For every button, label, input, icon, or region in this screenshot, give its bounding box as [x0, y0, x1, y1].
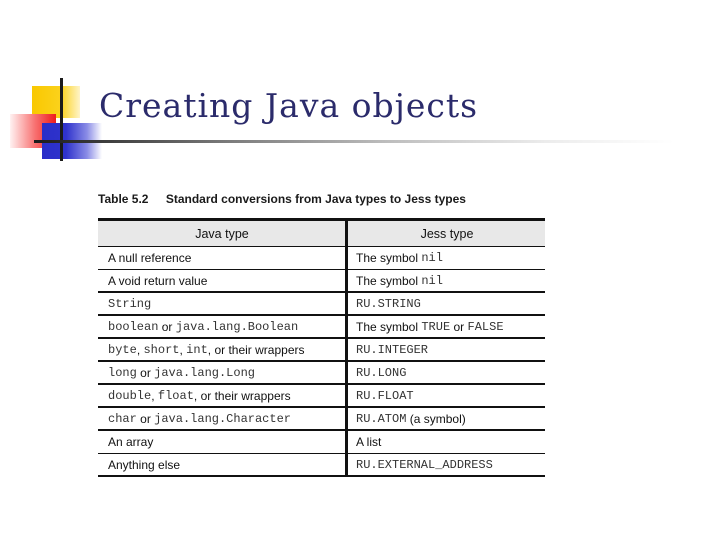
- code-text: RU.EXTERNAL_ADDRESS: [356, 457, 493, 472]
- java-type-cell: A void return value: [108, 270, 344, 291]
- code-text: java.lang.Long: [154, 365, 255, 380]
- code-text: TRUE: [421, 319, 451, 334]
- table-row: An array A list: [98, 431, 545, 454]
- jess-type-cell: RU.STRING: [356, 293, 546, 314]
- code-text: RU.LONG: [356, 365, 407, 380]
- cell-text: A list: [356, 435, 382, 449]
- table-row: double, float, or their wrappers RU.FLOAT: [98, 385, 545, 408]
- cell-text: ,: [151, 388, 158, 403]
- cell-text: A null reference: [108, 251, 192, 265]
- code-text: RU.STRING: [356, 296, 421, 311]
- code-text: short: [143, 342, 180, 357]
- code-text: RU.ATOM: [356, 411, 407, 426]
- code-text: nil: [421, 273, 443, 288]
- cell-text: The symbol: [356, 273, 422, 288]
- cell-text: ,: [179, 342, 187, 357]
- cell-text: ,: [136, 342, 144, 357]
- cell-text: An array: [108, 435, 154, 449]
- cell-text: A void return value: [108, 273, 208, 288]
- code-text: String: [108, 296, 152, 311]
- table-caption-text: Standard conversions from Java types to …: [165, 192, 466, 206]
- java-type-cell: boolean or java.lang.Boolean: [108, 316, 344, 337]
- table-caption-number: Table 5.2: [98, 192, 149, 206]
- java-type-cell: A null reference: [108, 247, 344, 269]
- table-caption: Table 5.2 Standard conversions from Java…: [98, 192, 466, 206]
- header-jess-type: Jess type: [420, 226, 474, 241]
- table-row: long or java.lang.Long RU.LONG: [98, 362, 545, 385]
- code-text: int: [186, 342, 208, 357]
- header-java-type: Java type: [195, 226, 249, 241]
- table-row: A null reference The symbol nil: [98, 247, 545, 270]
- cell-text: or: [136, 411, 155, 426]
- java-type-cell: double, float, or their wrappers: [108, 385, 344, 406]
- cell-text: , or their wrappers: [207, 342, 305, 357]
- cell-text: or: [136, 365, 155, 380]
- code-text: RU.INTEGER: [356, 342, 429, 357]
- jess-type-cell: RU.EXTERNAL_ADDRESS: [356, 454, 546, 475]
- code-text: byte: [108, 342, 137, 357]
- jess-type-cell: The symbol nil: [356, 270, 546, 291]
- cell-text: The symbol: [356, 319, 422, 334]
- table-row: String RU.STRING: [98, 293, 545, 316]
- table-row: Anything else RU.EXTERNAL_ADDRESS: [98, 454, 545, 477]
- jess-type-cell: RU.INTEGER: [356, 339, 546, 360]
- slide-logo-decoration: [0, 0, 120, 170]
- code-text: boolean: [108, 319, 159, 334]
- table-row: char or java.lang.Character RU.ATOM (a sy…: [98, 408, 545, 431]
- jess-type-cell: RU.FLOAT: [356, 385, 546, 406]
- java-type-cell: String: [108, 293, 344, 314]
- java-type-cell: An array: [108, 431, 344, 453]
- code-text: double: [108, 388, 152, 403]
- jess-type-cell: RU.ATOM (a symbol): [356, 408, 546, 429]
- code-text: RU.FLOAT: [356, 388, 414, 403]
- jess-type-cell: RU.LONG: [356, 362, 546, 383]
- vertical-rule-decoration: [60, 78, 63, 161]
- jess-type-cell: A list: [356, 431, 546, 453]
- table-row: byte, short, int, or their wrappers RU.IN…: [98, 339, 545, 362]
- code-text: nil: [421, 251, 443, 265]
- table-row: A void return value The symbol nil: [98, 270, 545, 293]
- column-divider: [345, 218, 348, 477]
- cell-text: Anything else: [108, 457, 181, 472]
- table-row: boolean or java.lang.Boolean The symbol T…: [98, 316, 545, 339]
- java-type-cell: byte, short, int, or their wrappers: [108, 339, 344, 360]
- code-text: long: [108, 365, 137, 380]
- table-header-row: Java type Jess type: [98, 218, 545, 247]
- code-text: java.lang.Boolean: [175, 319, 299, 334]
- java-type-cell: long or java.lang.Long: [108, 362, 344, 383]
- java-type-cell: Anything else: [108, 454, 344, 475]
- cell-text: (a symbol): [406, 411, 466, 426]
- table-body: A null reference The symbol nil A void ret…: [98, 247, 545, 477]
- cell-text: or: [450, 319, 468, 334]
- code-text: float: [157, 388, 194, 403]
- cell-text: , or their wrappers: [193, 388, 291, 403]
- code-text: FALSE: [467, 319, 504, 334]
- title-underline-decoration: [34, 140, 674, 143]
- cell-text: The symbol: [356, 251, 422, 265]
- code-text: java.lang.Character: [154, 411, 291, 426]
- jess-type-cell: The symbol TRUE or FALSE: [356, 316, 546, 337]
- code-text: char: [108, 411, 137, 426]
- slide-title: Creating Java objects: [99, 86, 479, 125]
- cell-text: or: [158, 319, 176, 334]
- jess-type-cell: The symbol nil: [356, 247, 546, 269]
- java-type-cell: char or java.lang.Character: [108, 408, 344, 429]
- conversion-table: Java type Jess type A null reference The …: [98, 218, 545, 477]
